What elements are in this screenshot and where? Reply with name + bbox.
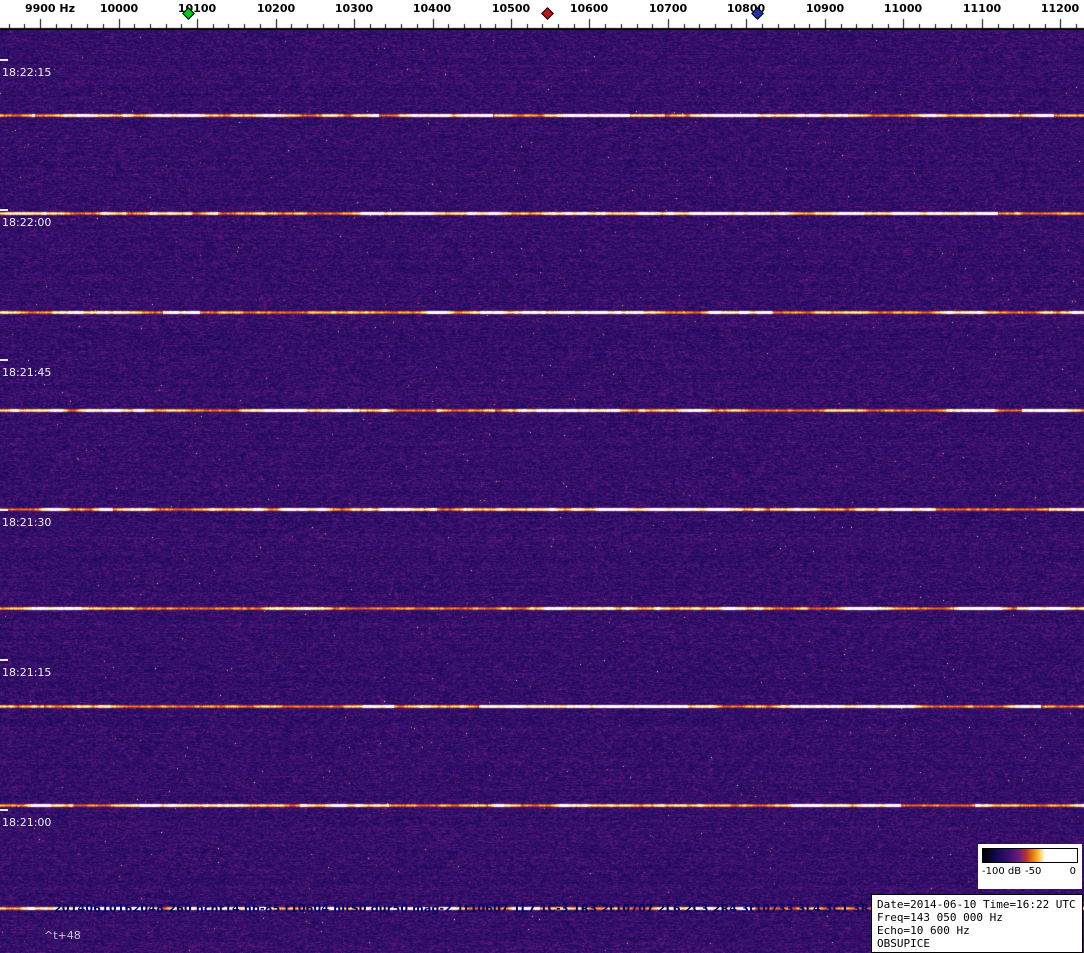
freq-label-10200: 10200 <box>256 2 296 15</box>
time-label: 18:21:00 <box>2 816 52 829</box>
legend-labels: -100 dB -50 0 <box>978 866 1082 884</box>
info-freq-line: Freq=143 050 000 Hz <box>877 911 1003 924</box>
footnote: ^t+48 <box>44 929 81 942</box>
time-tick-dash <box>0 509 8 511</box>
time-tick-dash <box>0 209 8 211</box>
time-label: 18:21:15 <box>2 666 52 679</box>
legend-mid-label: -50 <box>1025 866 1042 877</box>
info-echo-line: Echo=10 600 Hz <box>877 924 970 937</box>
meteor-spectrogram-screenshot: 9900 Hz 10000 10100 10200 10300 10400 10… <box>0 0 1084 953</box>
time-tick-dash <box>0 359 8 361</box>
time-label: 18:21:30 <box>2 516 52 529</box>
freq-label-10000: 10000 <box>99 2 139 15</box>
freq-label-10500: 10500 <box>491 2 531 15</box>
legend-max-label: 0 <box>1069 866 1076 877</box>
time-label: 18:22:00 <box>2 216 52 229</box>
time-label: 18:22:15 <box>2 66 52 79</box>
frequency-axis: 9900 Hz 10000 10100 10200 10300 10400 10… <box>0 0 1084 30</box>
freq-label-10300: 10300 <box>334 2 374 15</box>
info-station-line: OBSUPICE <box>877 937 930 950</box>
detection-annotation: 20140610162048.260 hcht14 hb-85 t10604 h… <box>54 902 878 915</box>
freq-label-11000: 11000 <box>883 2 923 15</box>
freq-label-10600: 10600 <box>569 2 609 15</box>
time-tick-dash <box>0 809 8 811</box>
freq-label-10400: 10400 <box>412 2 452 15</box>
time-tick-dash <box>0 659 8 661</box>
freq-label-11200: 11200 <box>1040 2 1080 15</box>
spectrogram-waterfall <box>0 30 1084 953</box>
time-tick-dash <box>0 59 8 61</box>
legend-min-label: -100 dB <box>982 866 1022 877</box>
color-gradient-bar <box>982 848 1078 863</box>
db-intensity-legend: -100 dB -50 0 <box>978 844 1082 889</box>
freq-label-10700: 10700 <box>648 2 688 15</box>
time-label: 18:21:45 <box>2 366 52 379</box>
freq-label-10900: 10900 <box>805 2 845 15</box>
info-date-line: Date=2014-06-10 Time=16:22 UTC <box>877 898 1076 911</box>
observation-info-box: Date=2014-06-10 Time=16:22 UTC Freq=143 … <box>871 894 1083 953</box>
freq-label-9900: 9900 Hz <box>24 2 76 15</box>
freq-label-11100: 11100 <box>962 2 1002 15</box>
